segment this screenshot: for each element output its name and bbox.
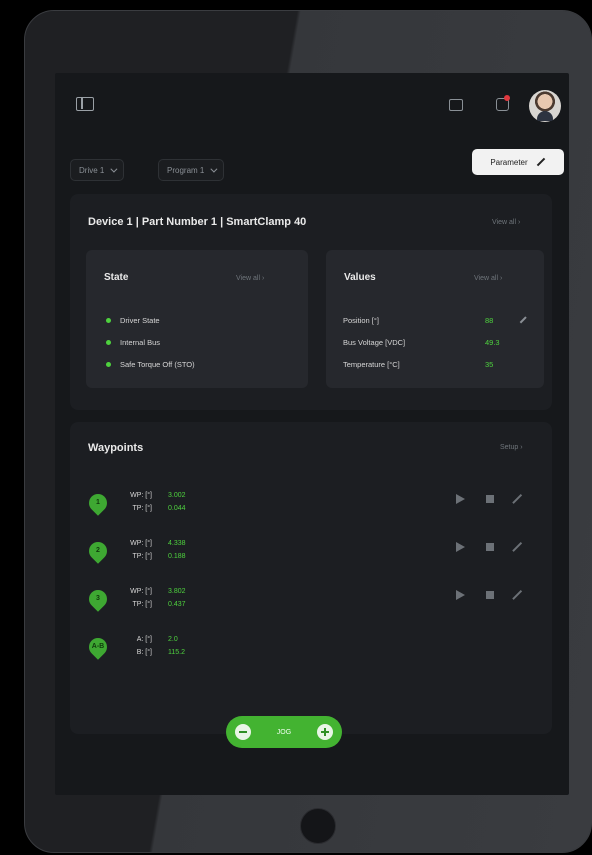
- waypoints-card: Waypoints Setup › 1 WP: [°] 3.002 TP: [°] 0.…: [70, 422, 552, 734]
- edit-icon[interactable]: [512, 589, 522, 600]
- chat-icon[interactable]: [449, 99, 463, 111]
- edit-icon[interactable]: [512, 541, 522, 552]
- waypoint-value: 2.0: [168, 636, 178, 643]
- waypoint-label: B: [°]: [136, 649, 152, 656]
- values-title: Values: [344, 272, 376, 283]
- waypoint-label: WP: [°]: [130, 492, 152, 499]
- play-icon[interactable]: [456, 590, 465, 600]
- drive-select-value: Drive 1: [79, 165, 105, 175]
- waypoint-label: A: [°]: [136, 636, 152, 643]
- chevron-down-icon: [210, 165, 218, 173]
- program-select-value: Program 1: [167, 165, 205, 175]
- app: Drive 1 Program 1 Parameter Device 1 | P…: [54, 72, 568, 794]
- state-title: State: [104, 272, 129, 283]
- jog-minus-button[interactable]: [235, 724, 251, 740]
- stop-icon[interactable]: [486, 495, 494, 503]
- waypoint-label: WP: [°]: [130, 540, 152, 547]
- stop-icon[interactable]: [486, 591, 494, 599]
- value-row: Bus Voltage [VDC] 49.3: [343, 338, 500, 347]
- waypoint-value: 4.338: [168, 540, 186, 547]
- status-dot: [106, 362, 111, 367]
- notification-badge: [504, 95, 510, 101]
- device-card: Device 1 | Part Number 1 | SmartClamp 40…: [70, 194, 552, 410]
- values-view-all-link[interactable]: View all ›: [474, 275, 502, 282]
- waypoint-value: 0.044: [168, 505, 186, 512]
- waypoint-marker-icon: 2: [85, 538, 111, 564]
- home-button[interactable]: [300, 808, 336, 844]
- waypoint-marker-icon: 3: [85, 586, 111, 612]
- parameter-button[interactable]: Parameter: [472, 149, 564, 175]
- device-view-all-link[interactable]: View all ›: [492, 219, 520, 226]
- edit-icon[interactable]: [519, 316, 527, 324]
- jog-control: JOG: [226, 716, 342, 748]
- waypoint-row: A-B A: [°] 2.0 B: [°] 115.2: [70, 634, 552, 672]
- waypoint-value: 115.2: [168, 649, 185, 656]
- avatar[interactable]: [529, 90, 561, 122]
- waypoints-title: Waypoints: [88, 442, 144, 454]
- waypoint-label: TP: [°]: [132, 601, 152, 608]
- waypoint-row: 1 WP: [°] 3.002 TP: [°] 0.044: [70, 490, 552, 528]
- state-item: Internal Bus: [106, 338, 160, 347]
- play-icon[interactable]: [456, 494, 465, 504]
- waypoint-value: 3.802: [168, 588, 186, 595]
- waypoints-setup-link[interactable]: Setup ›: [500, 444, 523, 451]
- jog-plus-button[interactable]: [316, 724, 333, 740]
- drive-select[interactable]: Drive 1: [70, 159, 125, 181]
- status-dot: [106, 340, 111, 345]
- parameter-label: Parameter: [490, 157, 528, 167]
- waypoint-marker-icon: 1: [85, 490, 111, 516]
- device-title: Device 1 | Part Number 1 | SmartClamp 40: [88, 216, 307, 228]
- waypoint-label: WP: [°]: [130, 588, 152, 595]
- waypoint-label: TP: [°]: [132, 553, 152, 560]
- state-card: State View all › Driver State Internal B…: [86, 250, 308, 388]
- play-icon[interactable]: [456, 542, 465, 552]
- edit-icon[interactable]: [512, 493, 522, 504]
- jog-label: JOG: [276, 728, 292, 736]
- pencil-icon: [536, 157, 545, 167]
- program-select[interactable]: Program 1: [158, 159, 225, 181]
- sidebar-toggle-icon[interactable]: [76, 97, 94, 111]
- value-row: Position [°] 88: [343, 316, 530, 325]
- waypoint-value: 0.437: [168, 601, 186, 608]
- waypoint-label: TP: [°]: [132, 505, 152, 512]
- waypoint-value: 3.002: [168, 492, 186, 499]
- waypoint-row: 3 WP: [°] 3.802 TP: [°] 0.437: [70, 586, 552, 624]
- waypoint-row: 2 WP: [°] 4.338 TP: [°] 0.188: [70, 538, 552, 576]
- waypoint-value: 0.188: [168, 553, 186, 560]
- state-item: Driver State: [106, 316, 160, 325]
- waypoint-marker-icon: A-B: [85, 634, 111, 660]
- value-row: Temperature [°C] 35: [343, 360, 494, 369]
- values-card: Values View all › Position [°] 88 Bus Vol…: [326, 250, 544, 388]
- chevron-down-icon: [110, 165, 118, 173]
- state-item: Safe Torque Off (STO): [106, 360, 195, 369]
- status-dot: [106, 318, 111, 323]
- stop-icon[interactable]: [486, 543, 494, 551]
- state-view-all-link[interactable]: View all ›: [236, 275, 264, 282]
